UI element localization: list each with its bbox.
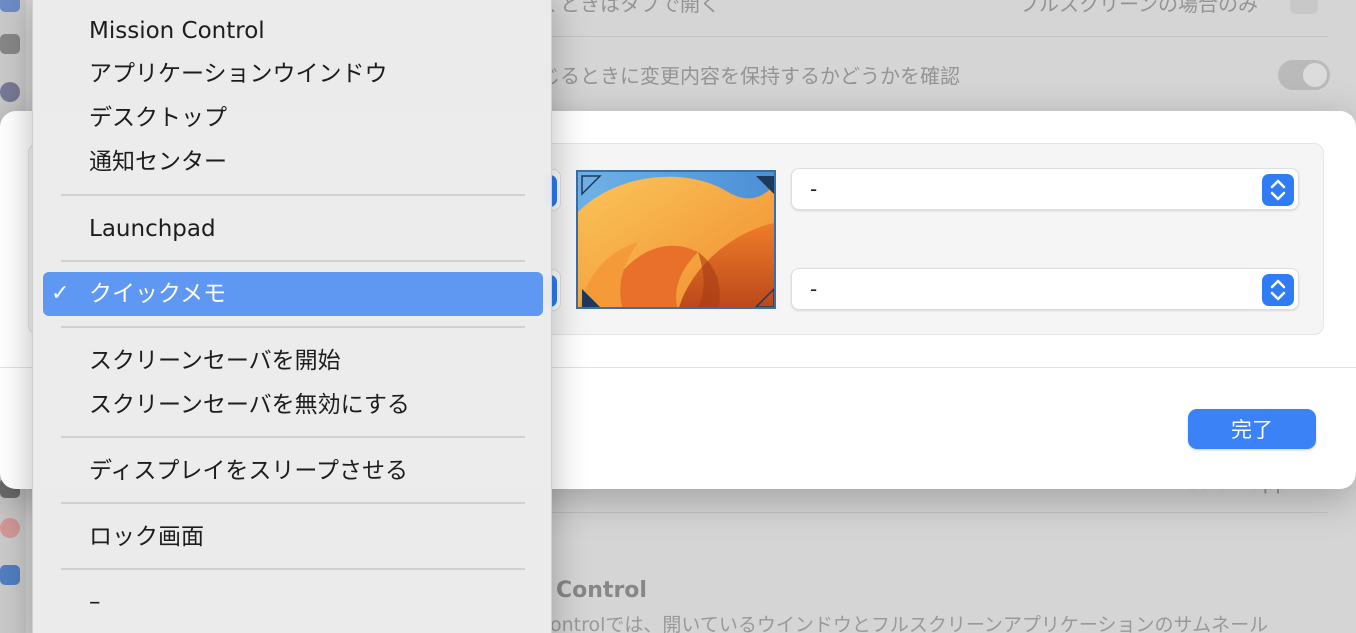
menu-item-disable-screensaver[interactable]: スクリーンセーバを無効にする xyxy=(43,383,543,427)
menu-item-label: – xyxy=(89,589,101,615)
menu-item-none[interactable]: – xyxy=(43,580,543,624)
menu-item-desktop[interactable]: デスクトップ xyxy=(43,96,543,140)
screen-preview-image xyxy=(576,170,776,309)
menu-separator xyxy=(61,568,525,570)
menu-item-label: クイックメモ xyxy=(89,281,227,307)
checkmark-icon: ✓ xyxy=(51,281,70,306)
top-right-corner-select[interactable]: - xyxy=(791,168,1299,210)
menu-item-launchpad[interactable]: Launchpad xyxy=(43,207,543,251)
bottom-right-corner-select[interactable]: - xyxy=(791,268,1299,310)
done-button[interactable]: 完了 xyxy=(1188,409,1316,449)
menu-item-label: アプリケーションウインドウ xyxy=(89,61,388,87)
wallpaper-image xyxy=(578,172,774,307)
stepper-icon xyxy=(1262,274,1294,306)
menu-item-label: Launchpad xyxy=(89,216,216,242)
menu-separator xyxy=(61,194,525,196)
menu-item-label: ディスプレイをスリープさせる xyxy=(89,458,409,484)
menu-item-label: 通知センター xyxy=(89,149,227,175)
menu-item-app-windows[interactable]: アプリケーションウインドウ xyxy=(43,52,543,96)
menu-item-label: Mission Control xyxy=(89,18,265,44)
hot-corner-action-menu: Mission Control アプリケーションウインドウ デスクトップ 通知セ… xyxy=(32,0,552,633)
top-right-corner-value: - xyxy=(810,177,818,201)
menu-item-label: デスクトップ xyxy=(89,105,227,131)
menu-item-mission-control[interactable]: Mission Control xyxy=(43,9,543,53)
menu-item-quick-note[interactable]: ✓ クイックメモ xyxy=(43,272,543,316)
menu-item-start-screensaver[interactable]: スクリーンセーバを開始 xyxy=(43,339,543,383)
menu-item-label: ロック画面 xyxy=(89,524,204,550)
menu-item-label: スクリーンセーバを無効にする xyxy=(89,392,410,418)
menu-separator xyxy=(61,326,525,328)
menu-item-notification-center[interactable]: 通知センター xyxy=(43,140,543,184)
menu-item-lock-screen[interactable]: ロック画面 xyxy=(43,515,543,559)
menu-item-label: スクリーンセーバを開始 xyxy=(89,348,341,374)
menu-separator xyxy=(61,260,525,262)
menu-separator xyxy=(61,502,525,504)
menu-separator xyxy=(61,436,525,438)
menu-item-display-sleep[interactable]: ディスプレイをスリープさせる xyxy=(43,449,543,493)
bottom-right-corner-value: - xyxy=(810,277,818,301)
stepper-icon xyxy=(1262,174,1294,206)
